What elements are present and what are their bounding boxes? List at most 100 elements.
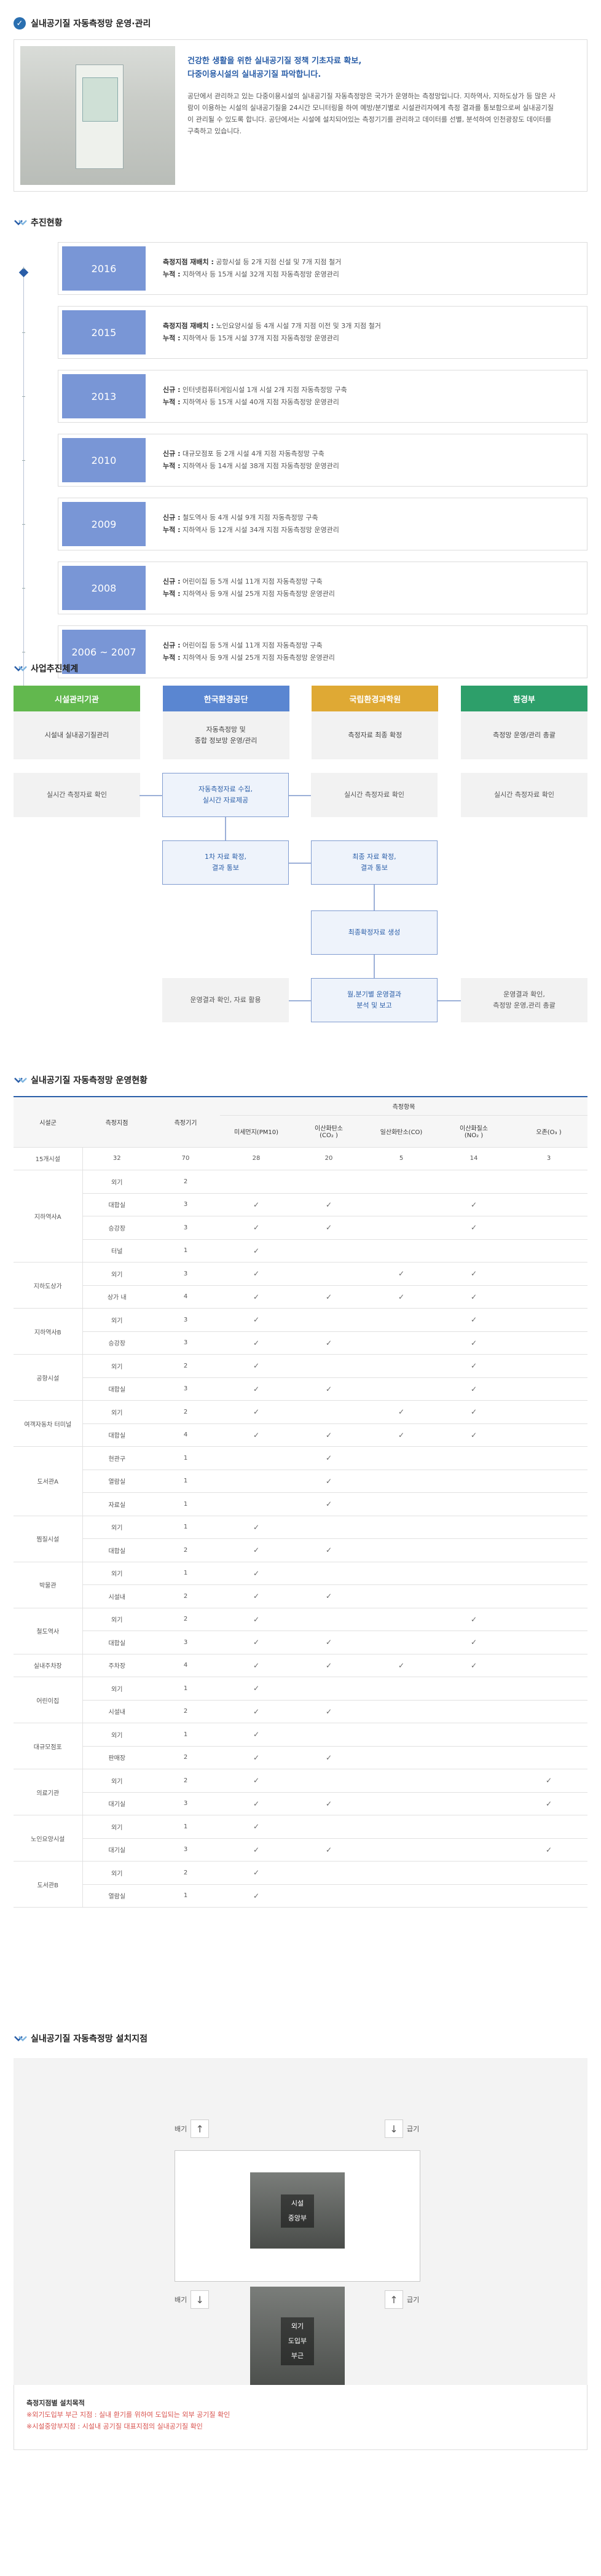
system-title-text: 사업추진체계 [31,664,79,674]
chevron-icon [14,666,27,671]
cell-count: 3 [151,1262,220,1286]
cell-count: 4 [151,1285,220,1309]
cell-check: ✓ [365,1262,438,1286]
cell-check [510,1308,588,1332]
cell-group: 여객자동차 터미널 [14,1400,83,1447]
cell-check [293,1262,365,1286]
cell-site: 현관구 [82,1446,151,1470]
cell-check [438,1861,510,1885]
flow-text: 월,분기별 운영결과 [347,990,401,998]
timeline-line-2: 누적 : 지하역사 등 15개 시설 40개 지점 자동측정망 운영관리 [163,396,347,409]
th-items: 측정항목 [220,1096,588,1116]
cell-check [510,1239,588,1263]
cell-check [510,1400,588,1424]
flow-text: 결과 통보 [361,864,388,872]
org-desc-2: 종합 정보망 운영/관리 [194,737,257,745]
cell-check: ✓ [220,1193,293,1216]
cell-check [438,1677,510,1701]
cell-check: ✓ [293,1584,365,1608]
cell-check: ✓ [438,1377,510,1401]
table-row: 지하도상가 외기 3 ✓ ✓ ✓ [14,1262,588,1309]
th-no2: 이산화질소 (NO₂ ) [438,1114,510,1148]
org-desc-1: 측정자료 최종 확정 [348,731,403,739]
cell-site: 외기 [82,1815,151,1839]
table-row: 의료기관 외기 2 ✓ ✓ [14,1769,588,1815]
cell-check [510,1516,588,1539]
cell-site: 승강장 [82,1216,151,1240]
table-row: 대합실 3 ✓ ✓ ✓ [14,1193,588,1216]
cell-check [365,1769,438,1793]
table-row: 승강장 3 ✓ ✓ ✓ [14,1216,588,1240]
cell-site: 외기 [82,1308,151,1332]
cell-site: 외기 [82,1769,151,1793]
timeline-key: 누적 : [163,334,181,342]
cell-check [365,1492,438,1516]
table-row: 노인요양시설 외기 1 ✓ [14,1815,588,1862]
org-head-desc: 측정자료 최종 확정 [312,711,439,759]
cell: 3 [510,1147,588,1170]
timeline-tick [22,332,25,333]
cell-count: 2 [151,1354,220,1378]
timeline-desc: 신규 : 어린이집 등 5개 시설 11개 지점 자동측정망 구축 누적 : 지하… [146,576,335,600]
cell-check [438,1470,510,1493]
cell-check: ✓ [510,1769,588,1793]
cell-check: ✓ [438,1308,510,1332]
flow-box-d1: 운영결과 확인, 자료 활용 [162,978,289,1022]
cell-check [510,1562,588,1585]
cell-check: ✓ [438,1654,510,1677]
cell-check [293,1354,365,1378]
cell-check: ✓ [438,1331,510,1355]
flow-text: 실시간 측정자료 확인 [493,791,555,799]
cell-count: 3 [151,1193,220,1216]
cell-check [510,1423,588,1447]
flow-text: 운영결과 확인, [503,990,545,998]
org-head-label: 시설관리기관 [14,686,140,711]
cell-check [365,1700,438,1723]
timeline-line-1: 신규 : 어린이집 등 5개 시설 11개 지점 자동측정망 구축 [163,640,335,652]
cell-check [293,1562,365,1585]
cell-check [293,1239,365,1263]
cell-check: ✓ [293,1216,365,1240]
cell-check [510,1354,588,1378]
arrow [139,795,163,796]
timeline-line-1: 신규 : 대규모점포 등 2개 시설 4개 지점 자동측정망 구축 [163,448,339,460]
cell-check: ✓ [438,1631,510,1654]
timeline-year: 2009 [62,502,146,546]
org-head: 시설관리기관 시설내 실내공기질관리 [14,686,140,759]
flow-box-a3: 실시간 측정자료 확인 [311,773,438,817]
cell-site: 외기 [82,1400,151,1424]
cell-check [293,1308,365,1332]
cell-check [438,1492,510,1516]
table-row: 시설내 2 ✓ ✓ [14,1584,588,1608]
cell-site: 시설내 [82,1700,151,1723]
cell-site: 판매장 [82,1746,151,1769]
flow-text: 실시간 측정자료 확인 [344,791,405,799]
cell-check: ✓ [220,1538,293,1562]
timeline-text: 지하역사 등 14개 시설 38개 지점 자동측정망 운영관리 [180,462,339,470]
cell-check [365,1377,438,1401]
arrow-up-icon: ↑ [191,2120,210,2138]
intro-highlight-1: 건강한 생활을 위한 실내공기질 정책 기초자료 확보, [187,57,362,66]
table-row: 철도역사 외기 2 ✓ ✓ [14,1608,588,1654]
cell-check: ✓ [365,1423,438,1447]
note-line-2: ※시설중앙부지점 : 시설내 공기질 대표지점의 실내공기질 확인 [26,2422,203,2430]
cell-check [365,1193,438,1216]
cell-check: ✓ [220,1308,293,1332]
arrow-down-icon: ↓ [385,2120,403,2138]
cell-count: 1 [151,1470,220,1493]
center-photo: 시설 중앙부 [250,2172,345,2249]
flow-text: 결과 통보 [212,864,239,872]
timeline-row: 2009 신규 : 철도역사 등 4개 시설 9개 지점 자동측정망 구축 누적 :… [58,498,587,550]
cell-group: 지하역사A [14,1170,83,1263]
arrow [289,863,311,864]
timeline-text: 지하역사 등 9개 시설 25개 지점 자동측정망 운영관리 [180,654,335,662]
table-row: 지하역사A 외기 2 [14,1170,588,1263]
cell-check: ✓ [293,1377,365,1401]
table-row: 박물관 외기 1 ✓ [14,1562,588,1608]
site-note: 측정지점별 설치목적 ※외기도입부 부근 지점 : 실내 환기를 위하여 도입되… [14,2385,587,2450]
cell-check [293,1677,365,1701]
cell-site: 시설내 [82,1584,151,1608]
table-row: 대합실 2 ✓ ✓ [14,1538,588,1562]
cell-check [438,1723,510,1747]
cell-group: 도서관A [14,1446,83,1516]
